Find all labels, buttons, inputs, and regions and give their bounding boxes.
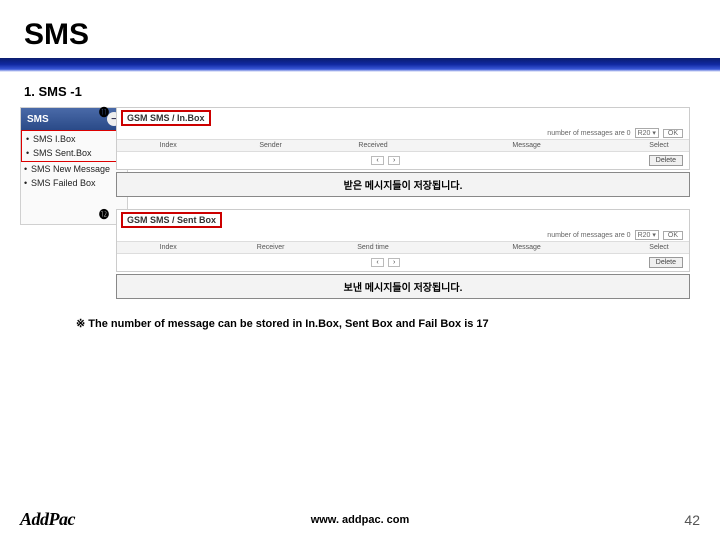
title-region: SMS — [0, 0, 720, 72]
th-select: Select — [629, 242, 689, 253]
footnote-prefix: ※ — [76, 318, 85, 330]
th-message: Message — [424, 242, 629, 253]
delete-button[interactable]: Delete — [649, 155, 683, 166]
panel-sentbox-title: GSM SMS / Sent Box — [121, 212, 222, 228]
panel-inbox-title: GSM SMS / In.Box — [121, 110, 211, 126]
sms-sidebar-highlighted: SMS I.Box SMS Sent.Box — [21, 130, 127, 162]
panel-inbox-status: number of messages are 0 — [547, 130, 630, 137]
table-header-row: Index Receiver Send time Message Select — [117, 242, 689, 254]
sidebar-item-inbox[interactable]: SMS I.Box — [23, 132, 125, 146]
panel-sentbox-status-row: number of messages are 0 R20 ▾ OK — [117, 228, 689, 241]
panel-inbox-group: ⓫ GSM SMS / In.Box number of messages ar… — [116, 107, 690, 197]
panel-inbox-status-row: number of messages are 0 R20 ▾ OK — [117, 126, 689, 139]
footer-url: www. addpac. com — [311, 514, 410, 526]
callout-badge-2: ⓬ — [96, 205, 112, 221]
panel-inbox-range[interactable]: R20 ▾ — [635, 128, 659, 138]
footnote: ※ The number of message can be stored in… — [30, 299, 690, 330]
footnote-text: The number of message can be stored in I… — [88, 318, 488, 330]
th-message: Message — [424, 140, 629, 151]
pager-prev[interactable]: ‹ — [371, 258, 383, 267]
callout-badge-1: ⓫ — [96, 103, 112, 119]
th-index: Index — [117, 140, 219, 151]
slide-title: SMS — [0, 0, 720, 52]
table-header-row: Index Sender Received Message Select — [117, 140, 689, 152]
table-footer-row: ‹ › Delete — [117, 254, 689, 271]
panel-sentbox-ok[interactable]: OK — [663, 231, 683, 240]
left-column: SMS − SMS I.Box SMS Sent.Box SMS New Mes… — [30, 107, 110, 299]
th-sendtime: Send time — [322, 242, 424, 253]
th-index: Index — [117, 242, 219, 253]
footer: AddPac www. addpac. com 42 — [0, 509, 720, 530]
panel-sentbox: GSM SMS / Sent Box number of messages ar… — [116, 209, 690, 272]
panels-column: ⓫ GSM SMS / In.Box number of messages ar… — [116, 107, 690, 299]
logo: AddPac — [20, 509, 75, 530]
panel-sentbox-table: Index Receiver Send time Message Select … — [117, 241, 689, 271]
sidebar-item-failed-box[interactable]: SMS Failed Box — [21, 176, 127, 190]
table-footer-row: ‹ › Delete — [117, 152, 689, 169]
content-area: SMS − SMS I.Box SMS Sent.Box SMS New Mes… — [0, 107, 720, 330]
panel-sentbox-range[interactable]: R20 ▾ — [635, 230, 659, 240]
panel-sentbox-status: number of messages are 0 — [547, 232, 630, 239]
sidebar-item-new-message[interactable]: SMS New Message — [21, 162, 127, 176]
title-gradient-bar — [0, 58, 720, 72]
th-select: Select — [629, 140, 689, 151]
th-sender: Sender — [219, 140, 321, 151]
section-heading: 1. SMS -1 — [0, 72, 720, 107]
sms-sidebar-title: SMS — [27, 114, 49, 125]
page-number: 42 — [684, 512, 700, 528]
panel-inbox-table: Index Sender Received Message Select ‹ ›… — [117, 139, 689, 169]
th-received: Received — [322, 140, 424, 151]
th-receiver: Receiver — [219, 242, 321, 253]
pager-next[interactable]: › — [388, 258, 400, 267]
panel-sentbox-annotation: 보낸 메시지들이 저장됩니다. — [116, 274, 690, 299]
panel-inbox-ok[interactable]: OK — [663, 129, 683, 138]
panel-sentbox-group: ⓬ GSM SMS / Sent Box number of messages … — [116, 209, 690, 299]
sidebar-item-sentbox[interactable]: SMS Sent.Box — [23, 146, 125, 160]
pager-next[interactable]: › — [388, 156, 400, 165]
panel-inbox-annotation: 받은 메시지들이 저장됩니다. — [116, 172, 690, 197]
delete-button[interactable]: Delete — [649, 257, 683, 268]
panel-inbox: GSM SMS / In.Box number of messages are … — [116, 107, 690, 170]
pager-prev[interactable]: ‹ — [371, 156, 383, 165]
